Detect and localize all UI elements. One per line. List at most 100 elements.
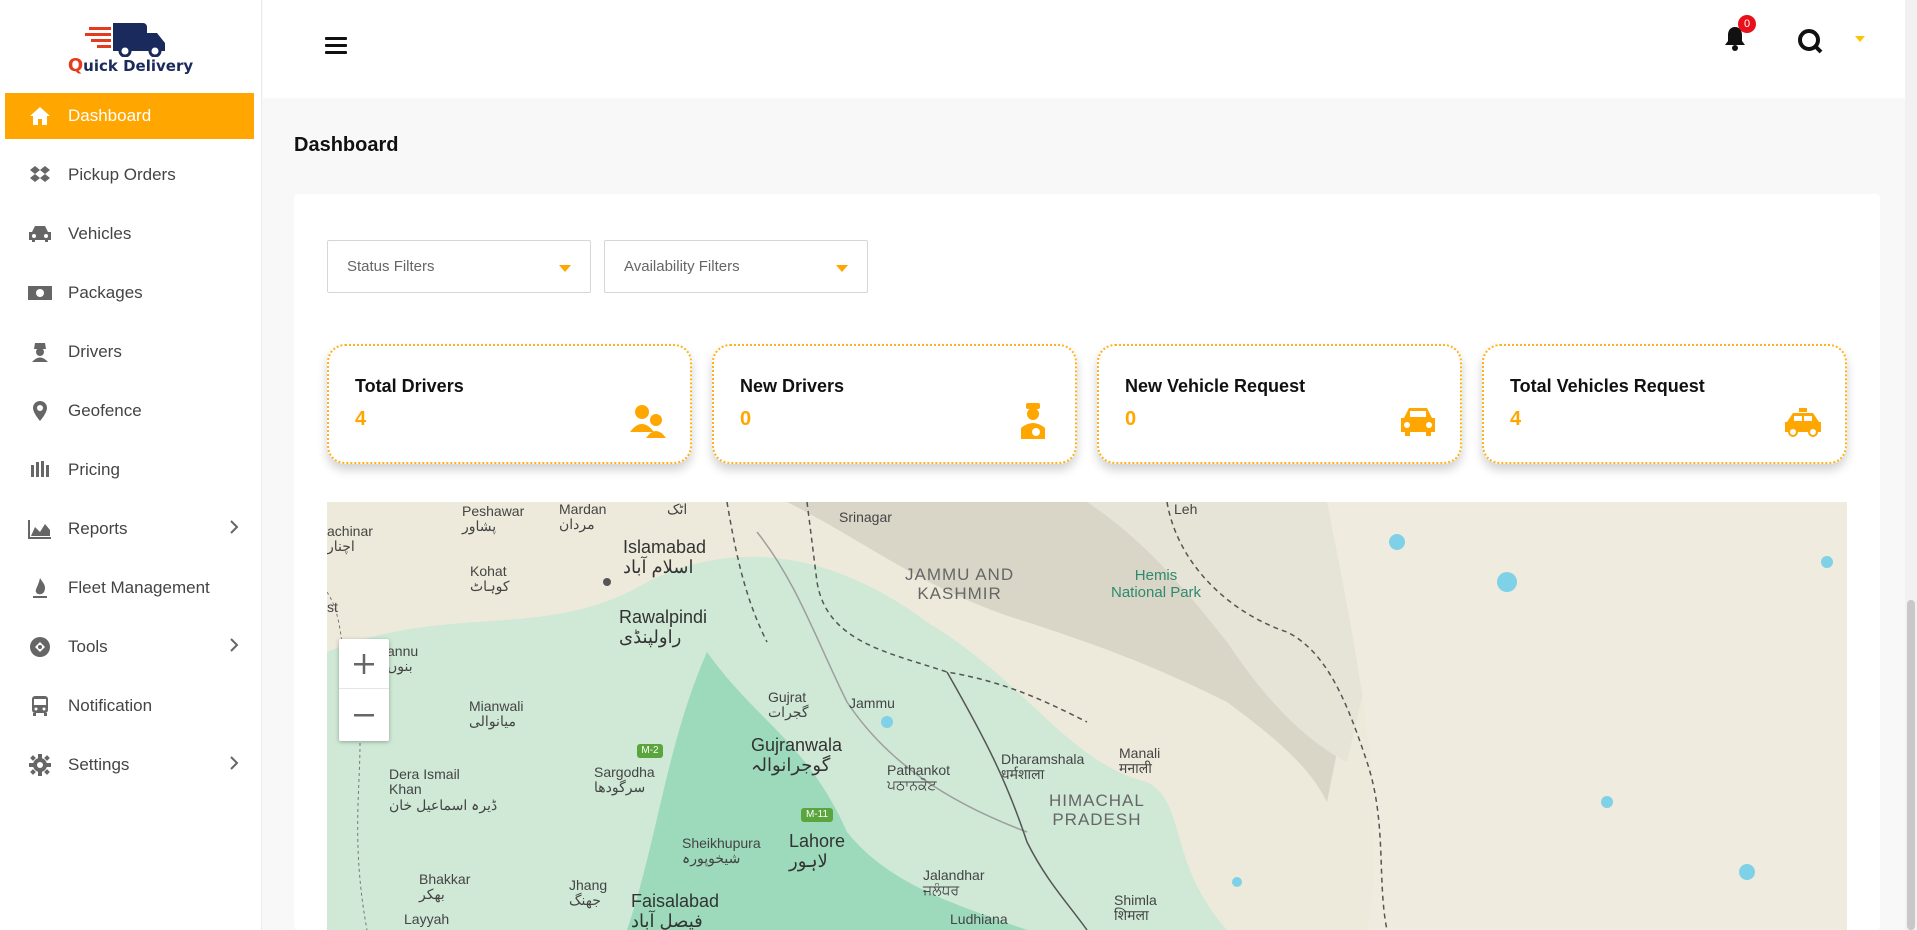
brand-name: Quick Delivery bbox=[67, 54, 194, 76]
scrollbar-thumb[interactable] bbox=[1907, 600, 1915, 930]
delivery-truck-logo-icon bbox=[84, 22, 165, 57]
sidebar-item-tools[interactable]: Tools bbox=[5, 624, 254, 670]
user-menu-caret-icon[interactable] bbox=[1855, 36, 1865, 42]
map-label-gujranwala: Gujranwala گوجرانوالہ bbox=[751, 735, 843, 775]
money-icon bbox=[27, 282, 53, 304]
map-label-pathankot: Pathankot ਪਠਾਨਕੋਟ bbox=[887, 762, 951, 794]
user-avatar-icon[interactable] bbox=[1795, 26, 1825, 56]
map-terrain bbox=[327, 502, 1847, 930]
minus-icon bbox=[354, 714, 374, 717]
map-label-sargodha: Sargodha سرگودھا bbox=[594, 764, 655, 796]
sidebar-item-packages[interactable]: Packages bbox=[5, 270, 254, 316]
stat-value: 4 bbox=[1510, 408, 1522, 430]
stat-title: New Drivers bbox=[740, 376, 845, 396]
page-scrollbar[interactable] bbox=[1905, 0, 1917, 930]
map-label-bhakkar: Bhakkar بھکر bbox=[419, 871, 471, 903]
gear-icon bbox=[27, 754, 53, 776]
map-label-kohat: Kohat کوہاٹ bbox=[470, 563, 510, 595]
hand-icon bbox=[27, 459, 53, 481]
notification-count-badge: 0 bbox=[1738, 15, 1756, 33]
highway-shield-m2: M-2 bbox=[637, 744, 663, 758]
stat-title: Total Vehicles Request bbox=[1510, 376, 1705, 396]
sidebar-item-vehicles[interactable]: Vehicles bbox=[5, 211, 254, 257]
fire-icon bbox=[27, 577, 53, 599]
sidebar-item-label: Settings bbox=[68, 755, 130, 774]
map-label-chinar: achinar اچنار bbox=[327, 523, 373, 555]
stat-card-new-drivers[interactable]: New Drivers 0 bbox=[712, 344, 1077, 464]
map-label-ludhiana: Ludhiana bbox=[950, 911, 1008, 927]
map-label-islamabad: Islamabad اسلام آباد bbox=[623, 537, 707, 577]
map-label-st: st bbox=[327, 599, 338, 615]
top-header: 0 bbox=[263, 0, 1917, 98]
map-label-rawalpindi: Rawalpindi راولپنڈی bbox=[619, 607, 708, 647]
sidebar-item-geofence[interactable]: Geofence bbox=[5, 388, 254, 434]
dashboard-card: Status Filters Availability Filters Tota… bbox=[294, 194, 1880, 930]
home-icon bbox=[27, 105, 53, 127]
stat-title: New Vehicle Request bbox=[1125, 376, 1306, 396]
map-label-jalandhar: Jalandhar ਜਲੰਧਰ bbox=[923, 867, 985, 899]
status-filter-value: Status Filters bbox=[347, 258, 435, 275]
highway-shield-m11: M-11 bbox=[801, 808, 833, 822]
zoom-out-button[interactable] bbox=[339, 690, 389, 740]
sidebar-item-label: Vehicles bbox=[68, 224, 132, 243]
sidebar-item-drivers[interactable]: Drivers bbox=[5, 329, 254, 375]
sidebar-item-fleet-management[interactable]: Fleet Management bbox=[5, 565, 254, 611]
sidebar-item-pickup-orders[interactable]: Pickup Orders bbox=[5, 152, 254, 198]
map-label-faisalabad: Faisalabad فیصل آباد bbox=[631, 891, 720, 930]
map-label-mianwali: Mianwali میانوالی bbox=[469, 698, 524, 730]
map-label-gujrat: Gujrat گجرات bbox=[768, 689, 809, 721]
area-chart-icon bbox=[27, 518, 53, 540]
sidebar-item-pricing[interactable]: Pricing bbox=[5, 447, 254, 493]
map-label-srinagar: Srinagar bbox=[839, 509, 892, 525]
availability-filter-value: Availability Filters bbox=[624, 258, 740, 275]
chevron-right-icon bbox=[229, 755, 239, 776]
sidebar-item-settings[interactable]: Settings bbox=[5, 742, 254, 788]
map-pin-icon bbox=[27, 400, 53, 422]
stat-card-total-vehicles-request[interactable]: Total Vehicles Request 4 bbox=[1482, 344, 1847, 464]
map-label-attock: اٹک bbox=[667, 502, 688, 517]
map-label-lahore: Lahore لاہور bbox=[789, 831, 846, 871]
sidebar-item-label: Pricing bbox=[68, 460, 120, 479]
users-icon bbox=[628, 402, 668, 440]
status-filter-select[interactable]: Status Filters bbox=[327, 240, 591, 293]
sidebar-item-reports[interactable]: Reports bbox=[5, 506, 254, 552]
stat-card-total-drivers[interactable]: Total Drivers 4 bbox=[327, 344, 692, 464]
map-label-shimla: Shimla शिमला bbox=[1114, 892, 1157, 924]
stat-value: 0 bbox=[740, 408, 752, 430]
sidebar-item-notification[interactable]: Notification bbox=[5, 683, 254, 729]
map-label-hemis: Hemis National Park bbox=[1111, 567, 1202, 601]
sidebar-item-label: Pickup Orders bbox=[68, 165, 176, 184]
driver-icon bbox=[1013, 402, 1053, 440]
map-label-sheikhupura: Sheikhupura شیخوپورہ bbox=[682, 835, 761, 867]
taxi-icon bbox=[1783, 402, 1823, 440]
app-root: Quick Delivery Dashboard Pickup Orders V… bbox=[0, 0, 1917, 930]
caret-down-icon bbox=[836, 265, 848, 272]
chevron-right-icon bbox=[229, 637, 239, 658]
map-label-leh: Leh bbox=[1174, 502, 1198, 517]
user-secret-icon bbox=[27, 341, 53, 363]
map-label-peshawar: Peshawar پشاور bbox=[462, 503, 525, 535]
map-label-mardan: Mardan مردان bbox=[559, 502, 607, 533]
map-label-himachal-pradesh: HIMACHAL PRADESH bbox=[1049, 791, 1145, 829]
stat-value: 0 bbox=[1125, 408, 1137, 430]
sidebar-item-label: Tools bbox=[68, 637, 108, 656]
map-label-dera-ismail-khan: Dera Ismail Khan ڈیرہ اسماعیل خان bbox=[389, 766, 498, 813]
stat-card-new-vehicle-request[interactable]: New Vehicle Request 0 bbox=[1097, 344, 1462, 464]
car-icon bbox=[1398, 402, 1438, 440]
sidebar-item-label: Drivers bbox=[68, 342, 122, 361]
stat-value: 4 bbox=[355, 408, 367, 430]
page-title: Dashboard bbox=[294, 134, 399, 156]
zoom-in-button[interactable] bbox=[339, 639, 389, 689]
map-label-manali: Manali मनाली bbox=[1119, 745, 1161, 777]
bus-icon bbox=[27, 695, 53, 717]
map-zoom-control bbox=[339, 639, 389, 741]
availability-filter-select[interactable]: Availability Filters bbox=[604, 240, 868, 293]
sidebar-item-label: Fleet Management bbox=[68, 578, 210, 597]
map-label-layyah: Layyah bbox=[404, 911, 450, 927]
hamburger-menu-icon[interactable] bbox=[325, 37, 347, 57]
dropbox-icon bbox=[27, 164, 53, 186]
sidebar-item-dashboard[interactable]: Dashboard bbox=[5, 93, 254, 139]
map-view[interactable]: Peshawar پشاور Mardan مردان اٹک Islamabad ا… bbox=[327, 502, 1847, 930]
brand-logo[interactable]: Quick Delivery bbox=[0, 0, 261, 92]
map-label-jammu: Jammu bbox=[849, 695, 895, 711]
